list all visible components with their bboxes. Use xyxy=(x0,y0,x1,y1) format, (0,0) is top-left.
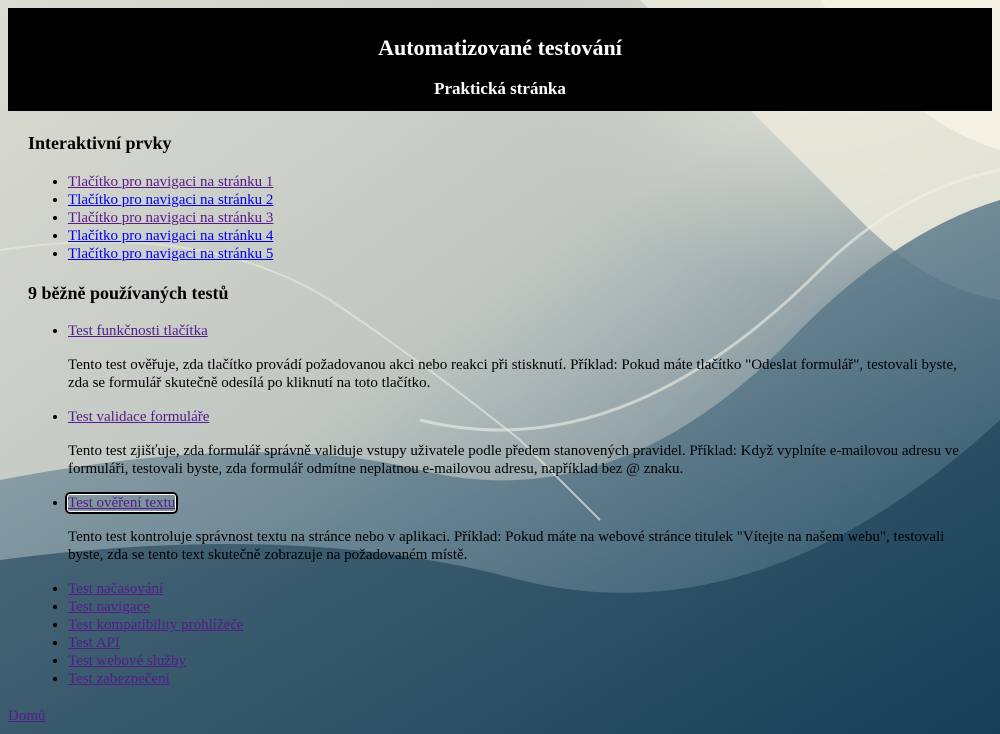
test-list-3: Test ověření textu xyxy=(28,492,179,514)
test-link-navigation[interactable]: Test navigace xyxy=(68,599,150,615)
test-link-form-validation[interactable]: Test validace formuláře xyxy=(68,409,209,425)
list-item: Test zabezpečení xyxy=(68,670,244,688)
nav-link-page-1[interactable]: Tlačítko pro navigaci na stránku 1 xyxy=(68,174,273,190)
list-item: Test načasování xyxy=(68,580,244,598)
test-description-text-verification: Tento test kontroluje správnost textu na… xyxy=(68,529,945,563)
nav-link-page-2[interactable]: Tlačítko pro navigaci na stránku 2 xyxy=(68,192,273,208)
test-description-button-functionality: Tento test ověřuje, zda tlačítko provádí… xyxy=(68,357,957,391)
test-link-security[interactable]: Test zabezpečení xyxy=(68,671,170,687)
test-link-button-functionality[interactable]: Test funkčnosti tlačítka xyxy=(68,323,208,339)
list-item: Tlačítko pro navigaci na stránku 3 xyxy=(68,209,273,227)
section-heading-tests: 9 běžně používaných testů xyxy=(28,283,229,303)
test-list-1: Test funkčnosti tlačítka xyxy=(28,322,208,340)
list-item: Test kompatibility prohlížeče xyxy=(68,616,244,634)
page-header: Automatizované testování Praktická strán… xyxy=(8,8,992,111)
page-subtitle: Praktická stránka xyxy=(434,79,566,98)
nav-link-page-4[interactable]: Tlačítko pro navigaci na stránku 4 xyxy=(68,228,273,244)
test-link-web-service[interactable]: Test webové služby xyxy=(68,653,186,669)
list-item: Test API xyxy=(68,634,244,652)
page-title: Automatizované testování xyxy=(378,35,622,60)
test-list-2: Test validace formuláře xyxy=(28,408,209,426)
section-heading-interactive: Interaktivní prvky xyxy=(28,133,172,153)
test-link-api[interactable]: Test API xyxy=(68,635,120,651)
list-item: Tlačítko pro navigaci na stránku 2 xyxy=(68,191,273,209)
list-item: Test webové služby xyxy=(68,652,244,670)
list-item: Test ověření textu xyxy=(64,492,179,514)
home-link[interactable]: Domů xyxy=(8,707,46,725)
list-item: Tlačítko pro navigaci na stránku 5 xyxy=(68,245,273,263)
list-item: Tlačítko pro navigaci na stránku 1 xyxy=(68,173,273,191)
test-link-browser-compatibility[interactable]: Test kompatibility prohlížeče xyxy=(68,617,244,633)
list-item: Test navigace xyxy=(68,598,244,616)
nav-link-page-5[interactable]: Tlačítko pro navigaci na stránku 5 xyxy=(68,246,273,262)
test-link-text-verification[interactable]: Test ověření textu xyxy=(64,492,179,514)
list-item: Test funkčnosti tlačítka xyxy=(68,322,208,340)
nav-link-page-3[interactable]: Tlačítko pro navigaci na stránku 3 xyxy=(68,210,273,226)
list-item: Tlačítko pro navigaci na stránku 4 xyxy=(68,227,273,245)
nav-link-list: Tlačítko pro navigaci na stránku 1 Tlačí… xyxy=(28,173,273,263)
test-link-timing[interactable]: Test načasování xyxy=(68,581,163,597)
test-list-others: Test načasování Test navigace Test kompa… xyxy=(28,580,244,688)
list-item: Test validace formuláře xyxy=(68,408,209,426)
test-description-form-validation: Tento test zjišťuje, zda formulář správn… xyxy=(68,443,959,477)
